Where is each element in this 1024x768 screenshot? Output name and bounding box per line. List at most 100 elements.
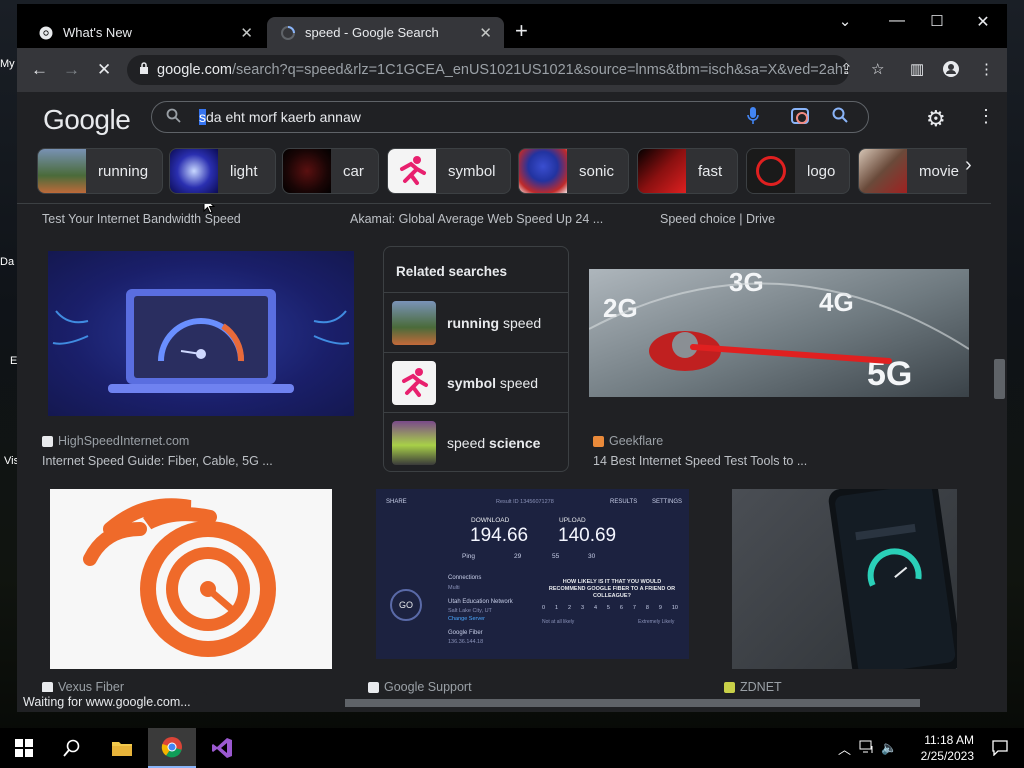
related-item-speed-science[interactable]: speed science — [384, 412, 568, 472]
related-heading: Related searches — [396, 264, 508, 279]
new-tab-button[interactable]: + — [515, 20, 528, 42]
related-label: running speed — [447, 315, 541, 331]
windows-logo-icon — [15, 739, 33, 757]
desktop-icon-my[interactable]: My — [0, 58, 18, 70]
result-title[interactable]: 14 Best Internet Speed Test Tools to ... — [593, 454, 807, 468]
close-tab-icon[interactable]: ✕ — [479, 24, 492, 42]
maximize-button[interactable]: ☐ — [917, 12, 957, 30]
chrome-icon — [39, 26, 53, 40]
speedtest-extremely: Extremely Likely — [638, 619, 675, 625]
chrome-logo-icon — [161, 737, 182, 758]
taskbar-visual-studio[interactable] — [198, 728, 246, 768]
vertical-scrollbar[interactable] — [991, 92, 1007, 692]
microphone-icon[interactable] — [747, 107, 759, 130]
google-lens-icon[interactable] — [791, 108, 809, 124]
stop-loading-icon[interactable]: ✕ — [97, 61, 111, 79]
related-label-bold: symbol — [447, 374, 497, 391]
google-favicon-icon — [368, 681, 379, 693]
browser-toolbar: ← → ✕ google.com/search?q=speed&rlz=1C1G… — [17, 48, 1007, 92]
forward-arrow-icon[interactable]: → — [63, 61, 80, 79]
search-submit-icon[interactable] — [832, 107, 848, 128]
result-image-phone-speedtest[interactable] — [732, 489, 957, 669]
start-button[interactable] — [0, 728, 48, 768]
tab-whats-new[interactable]: What's New ✕ — [17, 17, 265, 48]
speedtest-upload-value: 140.69 — [558, 525, 617, 546]
loading-spinner-icon — [281, 25, 295, 40]
bookmark-star-icon[interactable]: ☆ — [871, 61, 884, 79]
taskbar-file-explorer[interactable] — [98, 728, 146, 768]
related-thumbnail — [392, 420, 436, 465]
chevron-up-icon[interactable]: ︿ — [838, 739, 851, 758]
clock-date: 2/25/2023 — [920, 749, 974, 763]
result-source: Geekflare — [593, 434, 663, 448]
system-tray: ︿ 🔈 — [838, 728, 897, 768]
notification-center-icon[interactable] — [976, 728, 1024, 768]
chevron-right-icon[interactable]: › — [965, 154, 972, 177]
result-title[interactable]: Internet Speed Guide: Fiber, Cable, 5G .… — [42, 454, 273, 468]
tab-search-chevron-icon[interactable]: ⌄ — [825, 12, 865, 30]
visual-studio-icon — [212, 738, 232, 758]
network-icon[interactable] — [859, 740, 875, 757]
related-label-normal: speed — [499, 314, 542, 331]
speedtest-change-server: Change Server — [448, 616, 485, 622]
taskbar-chrome[interactable] — [148, 728, 196, 768]
source-name: HighSpeedInternet.com — [58, 434, 190, 448]
search-box[interactable]: sda eht morf kaerb annaw — [151, 101, 869, 133]
related-thumbnail — [392, 300, 436, 345]
chip-thumbnail — [747, 149, 795, 193]
result-title[interactable]: Speed choice | Drive — [660, 212, 775, 226]
chip-car[interactable]: car — [282, 148, 379, 194]
chip-thumbnail — [519, 149, 567, 193]
scrollbar-thumb[interactable] — [994, 359, 1005, 399]
favicon-icon — [724, 681, 735, 693]
result-image-speedtest-screenshot[interactable]: SHARE Result ID 13456071278 RESULTS SETT… — [376, 489, 689, 659]
result-title[interactable]: Akamai: Global Average Web Speed Up 24 .… — [350, 212, 603, 226]
speedtest-host: Google Fiber — [448, 630, 483, 636]
taskbar-search-button[interactable] — [48, 728, 96, 768]
result-image-orange-speed-logo[interactable] — [50, 489, 332, 669]
horizontal-scrollbar[interactable] — [345, 696, 991, 710]
chip-symbol[interactable]: symbol — [387, 148, 511, 194]
scale-value: 6 — [619, 605, 623, 611]
chip-thumbnail — [638, 149, 686, 193]
desktop-icon-da[interactable]: Da — [0, 256, 18, 268]
chip-light[interactable]: light — [169, 148, 276, 194]
back-arrow-icon[interactable]: ← — [31, 61, 48, 79]
speedtest-scale: 0 1 2 3 4 5 6 7 8 9 10 — [542, 605, 678, 611]
search-icon — [166, 108, 181, 127]
result-image-5g-speedometer[interactable]: 2G 3G 4G 5G — [589, 269, 969, 397]
speedtest-results: RESULTS — [610, 499, 638, 505]
related-thumbnail — [392, 360, 436, 405]
chip-sonic[interactable]: sonic — [518, 148, 629, 194]
side-panel-icon[interactable]: ▥ — [910, 61, 924, 79]
result-image-laptop-speed[interactable] — [48, 251, 354, 416]
scrollbar-thumb[interactable] — [345, 699, 920, 707]
share-icon[interactable]: ⇪ — [840, 61, 853, 79]
chip-movie[interactable]: movie — [858, 148, 967, 194]
chip-running[interactable]: running — [37, 148, 163, 194]
apps-grid-icon[interactable]: ⋮ — [977, 106, 995, 127]
close-window-button[interactable]: ✕ — [963, 12, 1003, 32]
speedtest-download-label: DOWNLOAD — [471, 517, 510, 524]
google-header: Google sda eht morf kaerb annaw ⚙ ⋮ runn… — [17, 92, 995, 204]
google-logo[interactable]: Google — [43, 104, 131, 136]
chip-label: sonic — [579, 162, 615, 180]
close-tab-icon[interactable]: ✕ — [240, 24, 253, 42]
chip-fast[interactable]: fast — [637, 148, 738, 194]
taskbar-clock[interactable]: 11:18 AM 2/25/2023 — [906, 732, 974, 764]
chip-logo[interactable]: logo — [746, 148, 850, 194]
related-item-symbol-speed[interactable]: symbol speed — [384, 352, 568, 412]
volume-icon[interactable]: 🔈 — [881, 740, 897, 756]
speedtest-city: Salt Lake City, UT — [448, 608, 492, 614]
minimize-button[interactable]: — — [877, 12, 917, 30]
related-item-running-speed[interactable]: running speed — [384, 292, 568, 352]
settings-gear-icon[interactable]: ⚙ — [926, 106, 946, 132]
result-source: HighSpeedInternet.com — [42, 434, 189, 448]
chip-label: logo — [807, 162, 836, 180]
menu-kebab-icon[interactable]: ⋮ — [979, 61, 994, 79]
search-icon — [63, 739, 80, 757]
address-bar[interactable]: google.com/search?q=speed&rlz=1C1GCEA_en… — [127, 55, 849, 85]
profile-icon[interactable] — [943, 61, 959, 82]
tab-speed-search[interactable]: speed - Google Search ✕ — [267, 17, 504, 48]
search-input[interactable]: sda eht morf kaerb annaw — [199, 109, 361, 125]
